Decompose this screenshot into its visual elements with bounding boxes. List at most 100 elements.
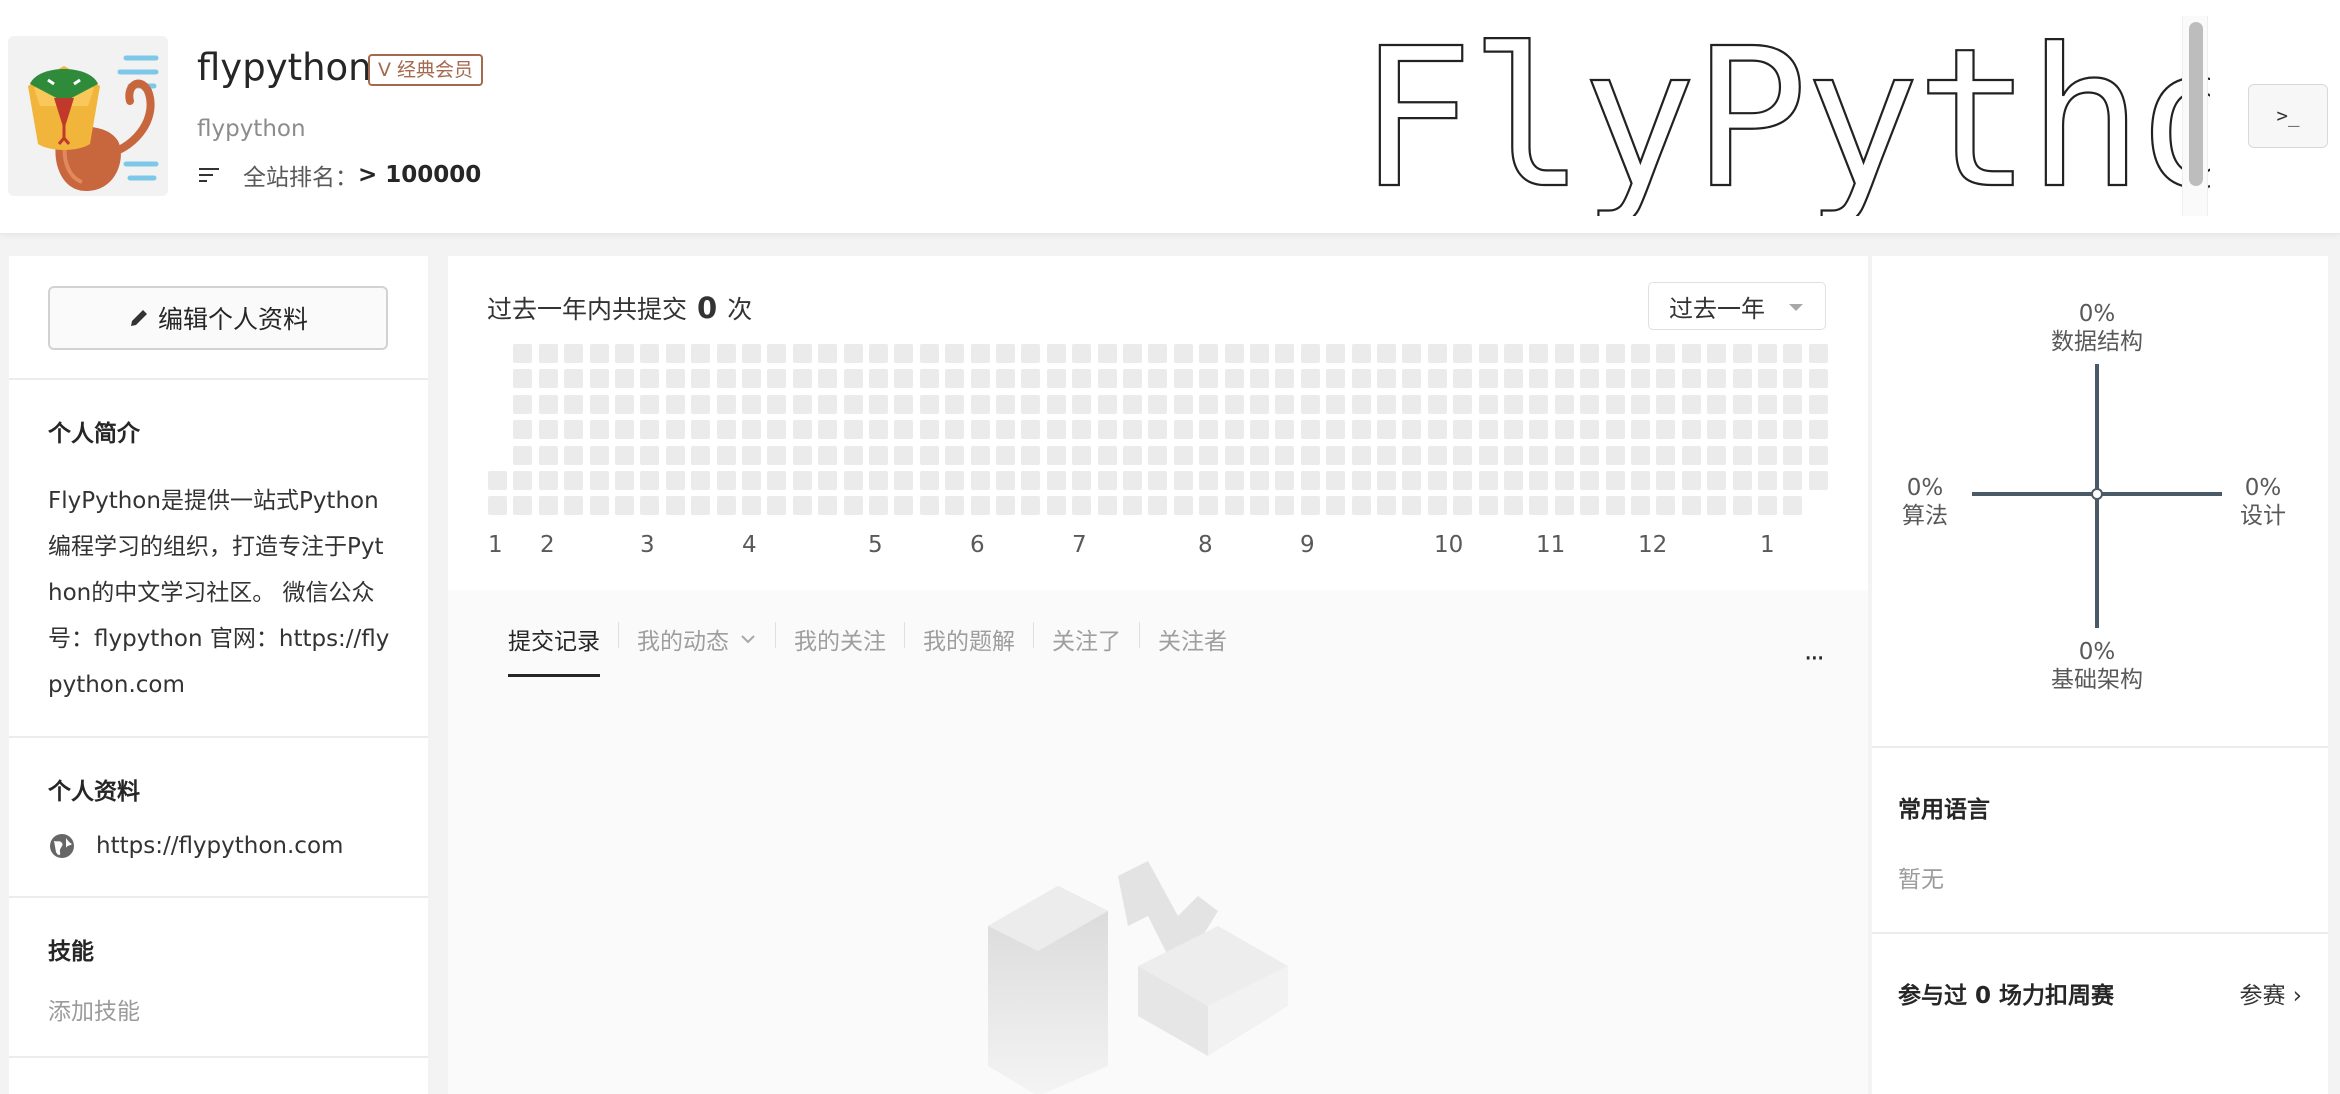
heatmap-cell[interactable] (1148, 471, 1168, 490)
heatmap-cell[interactable] (792, 471, 812, 490)
heatmap-cell[interactable] (1427, 369, 1447, 389)
heatmap-cell[interactable] (1072, 420, 1092, 440)
heatmap-cell[interactable] (1580, 369, 1600, 389)
heatmap-cell[interactable] (792, 445, 812, 465)
heatmap-cell[interactable] (1758, 496, 1777, 516)
heatmap-cell[interactable] (1173, 344, 1193, 363)
heatmap-cell[interactable] (792, 369, 812, 389)
heatmap-cell[interactable] (1504, 394, 1523, 414)
heatmap-cell[interactable] (919, 420, 939, 440)
heatmap-cell[interactable] (716, 496, 736, 516)
heatmap-cell[interactable] (1631, 394, 1650, 414)
heatmap-cell[interactable] (1605, 471, 1625, 490)
heatmap-cell[interactable] (894, 369, 914, 389)
heatmap-cell[interactable] (1529, 496, 1549, 516)
heatmap-cell[interactable] (1453, 344, 1473, 363)
heatmap-cell[interactable] (1275, 344, 1295, 363)
heatmap-cell[interactable] (970, 420, 990, 440)
heatmap-cell[interactable] (894, 420, 914, 440)
heatmap-cell[interactable] (1351, 344, 1371, 363)
heatmap-cell[interactable] (742, 445, 761, 465)
heatmap-cell[interactable] (818, 445, 838, 465)
heatmap-cell[interactable] (1681, 394, 1701, 414)
heatmap-cell[interactable] (792, 420, 812, 440)
heatmap-cell[interactable] (640, 445, 660, 465)
heatmap-cell[interactable] (945, 344, 965, 363)
heatmap-cell[interactable] (615, 420, 634, 440)
heatmap-cell[interactable] (665, 394, 685, 414)
heatmap-cell[interactable] (945, 420, 965, 440)
heatmap-cell[interactable] (1758, 369, 1777, 389)
heatmap-cell[interactable] (1681, 471, 1701, 490)
heatmap-cell[interactable] (564, 471, 584, 490)
heatmap-cell[interactable] (1758, 445, 1777, 465)
heatmap-cell[interactable] (1072, 369, 1092, 389)
heatmap-cell[interactable] (1402, 420, 1422, 440)
heatmap-cell[interactable] (894, 445, 914, 465)
tab-item[interactable]: 我的动态 (637, 622, 757, 674)
heatmap-cell[interactable] (1605, 394, 1625, 414)
heatmap-cell[interactable] (1123, 394, 1142, 414)
heatmap-cell[interactable] (945, 496, 965, 516)
heatmap-cell[interactable] (1199, 344, 1219, 363)
heatmap-cell[interactable] (1529, 445, 1549, 465)
heatmap-cell[interactable] (1275, 394, 1295, 414)
heatmap-cell[interactable] (1300, 471, 1320, 490)
heatmap-cell[interactable] (564, 369, 584, 389)
heatmap-cell[interactable] (589, 420, 609, 440)
heatmap-cell[interactable] (1554, 471, 1574, 490)
heatmap-cell[interactable] (1656, 394, 1676, 414)
heatmap-cell[interactable] (767, 471, 787, 490)
heatmap-cell[interactable] (1072, 394, 1092, 414)
heatmap-cell[interactable] (716, 344, 736, 363)
heatmap-cell[interactable] (564, 344, 584, 363)
heatmap-cell[interactable] (1402, 471, 1422, 490)
heatmap-cell[interactable] (1377, 344, 1396, 363)
heatmap-cell[interactable] (1605, 496, 1625, 516)
heatmap-cell[interactable] (1072, 496, 1092, 516)
heatmap-cell[interactable] (869, 369, 888, 389)
vip-badge[interactable]: V 经典会员 (368, 54, 484, 86)
heatmap-cell[interactable] (1300, 496, 1320, 516)
heatmap-cell[interactable] (640, 496, 660, 516)
heatmap-cell[interactable] (1732, 344, 1752, 363)
heatmap-cell[interactable] (843, 420, 863, 440)
heatmap-cell[interactable] (1199, 420, 1219, 440)
heatmap-cell[interactable] (1453, 445, 1473, 465)
heatmap-cell[interactable] (818, 496, 838, 516)
heatmap-cell[interactable] (716, 471, 736, 490)
heatmap-cell[interactable] (869, 394, 888, 414)
heatmap-cell[interactable] (1580, 496, 1600, 516)
heatmap-cell[interactable] (1250, 369, 1269, 389)
heatmap-cell[interactable] (513, 344, 533, 363)
heatmap-cell[interactable] (1199, 496, 1219, 516)
heatmap-cell[interactable] (1808, 369, 1828, 389)
heatmap-cell[interactable] (1199, 445, 1219, 465)
heatmap-cell[interactable] (1478, 344, 1498, 363)
heatmap-cell[interactable] (1224, 344, 1244, 363)
heatmap-cell[interactable] (1326, 471, 1346, 490)
heatmap-cell[interactable] (589, 369, 609, 389)
heatmap-cell[interactable] (1580, 445, 1600, 465)
heatmap-cell[interactable] (1554, 420, 1574, 440)
heatmap-cell[interactable] (869, 344, 888, 363)
heatmap-cell[interactable] (1300, 344, 1320, 363)
heatmap-cell[interactable] (1631, 471, 1650, 490)
banner-scrollbar[interactable] (2182, 16, 2208, 216)
heatmap-cell[interactable] (843, 394, 863, 414)
heatmap-cell[interactable] (538, 344, 558, 363)
heatmap-cell[interactable] (1224, 496, 1244, 516)
heatmap-cell[interactable] (1275, 445, 1295, 465)
heatmap-cell[interactable] (1631, 496, 1650, 516)
heatmap-cell[interactable] (1123, 496, 1142, 516)
heatmap-cell[interactable] (742, 369, 761, 389)
heatmap-cell[interactable] (919, 369, 939, 389)
tab-item[interactable]: 提交记录 (508, 622, 600, 677)
heatmap-cell[interactable] (538, 471, 558, 490)
heatmap-cell[interactable] (996, 445, 1015, 465)
heatmap-cell[interactable] (1707, 496, 1727, 516)
heatmap-cell[interactable] (1656, 369, 1676, 389)
tab-item[interactable]: 我的题解 (923, 622, 1015, 674)
heatmap-cell[interactable] (716, 369, 736, 389)
heatmap-cell[interactable] (665, 445, 685, 465)
